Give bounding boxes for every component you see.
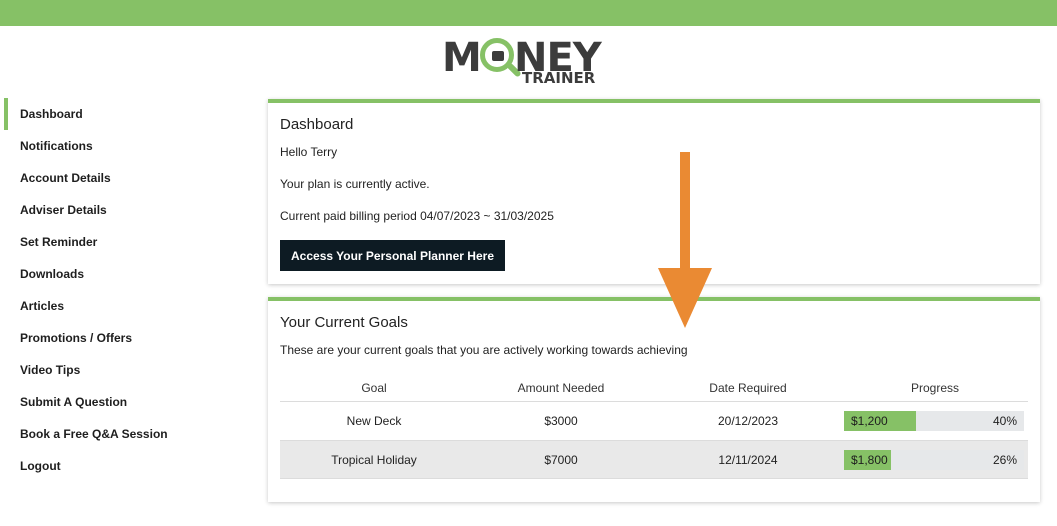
sidebar-item-promotions[interactable]: Promotions / Offers [4,322,244,354]
personal-planner-button[interactable]: Access Your Personal Planner Here [280,240,505,271]
money-trainer-logo[interactable]: M NEY TRAINER [442,36,612,90]
goal-saved-amount: $1,800 [851,452,888,467]
sidebar-item-label: Adviser Details [20,203,107,217]
dashboard-title: Dashboard [280,116,354,133]
sidebar-item-set-reminder[interactable]: Set Reminder [4,226,244,258]
sidebar-item-logout[interactable]: Logout [4,450,244,482]
goal-progress-bar: $1,200 40% [844,411,1024,431]
arrow-head [658,268,712,328]
column-header-amount: Amount Needed [517,381,605,395]
goal-amount: $3000 [544,414,578,428]
goal-progress-bar: $1,800 26% [844,449,1024,470]
sidebar-item-notifications[interactable]: Notifications [4,130,244,162]
column-header-progress: Progress [910,381,960,395]
sidebar-item-account-details[interactable]: Account Details [4,162,244,194]
goal-saved-amount: $1,200 [851,414,888,428]
down-arrow-icon [658,152,712,328]
sidebar-item-label: Promotions / Offers [20,331,133,345]
sidebar-item-label: Book a Free Q&A Session [20,427,168,441]
goal-progress-percent: 26% [992,452,1017,467]
sidebar-item-video-tips[interactable]: Video Tips [4,354,244,386]
greeting-text: Hello Terry [280,145,338,159]
goal-date: 12/11/2024 [718,452,778,467]
goal-progress-percent: 40% [992,414,1017,428]
arrow-shaft [680,152,690,272]
sidebar-item-dashboard[interactable]: Dashboard [4,98,244,130]
sidebar-item-label: Dashboard [20,107,83,121]
goals-subtitle: These are your current goals that you ar… [280,343,688,357]
dashboard-card: Dashboard Hello Terry Your plan is curre… [268,99,1040,284]
goals-table-header: Goal Amount Needed Date Required Progres… [280,375,1028,401]
sidebar-item-label: Logout [20,459,61,473]
logo-word-left: M [442,35,482,81]
table-row: Tropical Holiday $7000 12/11/2024 $1,800… [280,440,1028,479]
sidebar-item-label: Set Reminder [20,235,98,249]
sidebar-item-adviser-details[interactable]: Adviser Details [4,194,244,226]
goals-title: Your Current Goals [280,314,408,331]
sidebar-nav: Dashboard Notifications Account Details … [4,98,244,482]
sidebar-item-label: Video Tips [20,363,81,377]
logo-subtitle: TRAINER [522,69,596,87]
sidebar-item-book-session[interactable]: Book a Free Q&A Session [4,418,244,450]
goal-name: Tropical Holiday [331,452,417,467]
goal-name: New Deck [346,414,402,428]
sidebar-item-downloads[interactable]: Downloads [4,258,244,290]
goals-table: Goal Amount Needed Date Required Progres… [280,375,1028,479]
sidebar-item-label: Account Details [20,171,111,185]
table-row: New Deck $3000 20/12/2023 $1,200 40% [280,401,1028,440]
sidebar-item-label: Notifications [20,139,93,153]
goal-amount: $7000 [544,452,578,467]
column-header-goal: Goal [361,381,387,395]
billing-period-text: Current paid billing period 04/07/2023 ~… [280,209,554,223]
column-header-date: Date Required [709,381,787,395]
top-accent-bar [0,0,1057,26]
goals-card: Your Current Goals These are your curren… [268,297,1040,502]
sidebar-item-articles[interactable]: Articles [4,290,244,322]
sidebar-item-submit-question[interactable]: Submit A Question [4,386,244,418]
goal-date: 20/12/2023 [717,414,779,428]
sidebar-item-label: Downloads [20,267,85,281]
plan-status-text: Your plan is currently active. [280,177,430,191]
sidebar-item-label: Submit A Question [20,395,128,409]
sidebar-item-label: Articles [20,299,65,313]
